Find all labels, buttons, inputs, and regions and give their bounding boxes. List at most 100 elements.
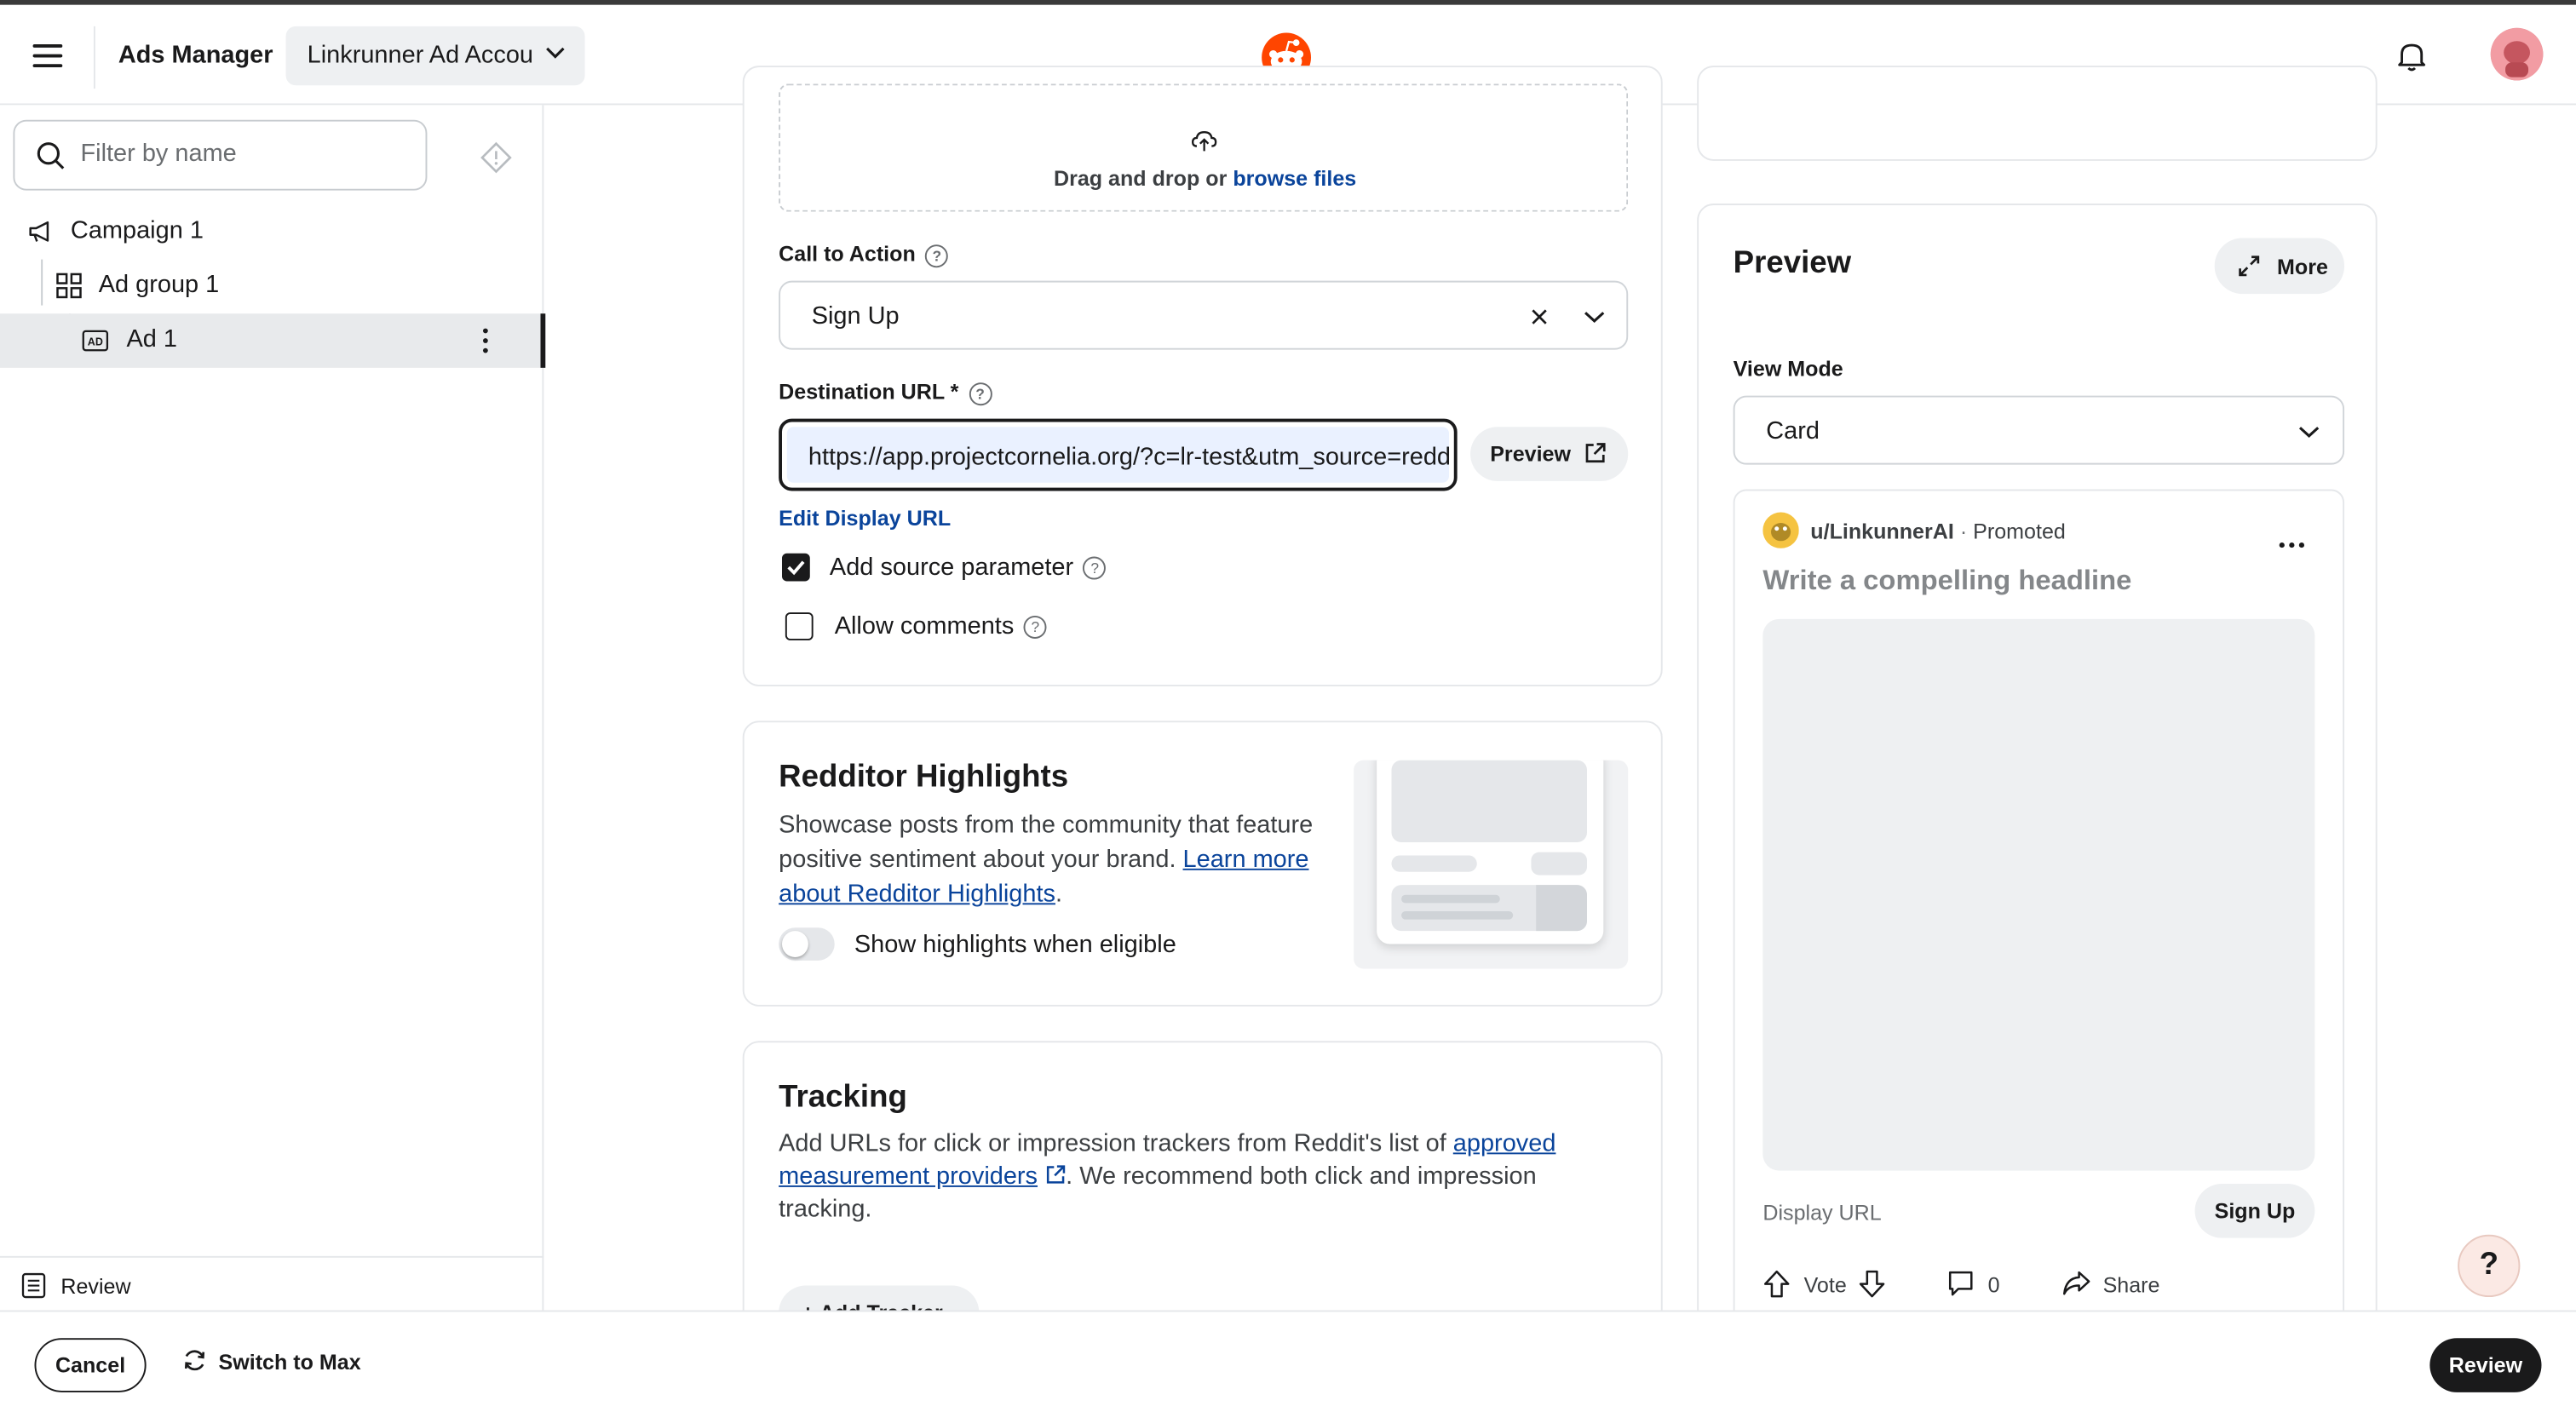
header-divider bbox=[93, 26, 95, 89]
highlights-toggle-label: Show highlights when eligible bbox=[854, 931, 1176, 959]
post-username[interactable]: u/LinkunnerAI bbox=[1810, 519, 1954, 543]
chevron-down-icon bbox=[2298, 427, 2320, 438]
view-mode-value: Card bbox=[1766, 416, 1820, 445]
headline-placeholder: Write a compelling headline bbox=[1762, 565, 2132, 596]
app-title: Ads Manager bbox=[118, 41, 273, 69]
review-label: Review bbox=[60, 1274, 131, 1299]
tracking-title: Tracking bbox=[779, 1080, 907, 1116]
view-mode-label: View Mode bbox=[1733, 356, 1843, 382]
post-cta-button[interactable]: Sign Up bbox=[2194, 1184, 2315, 1238]
checklist-icon bbox=[21, 1272, 46, 1299]
destination-url-label: Destination URL * bbox=[779, 379, 959, 405]
highlights-description: Showcase posts from the community that f… bbox=[779, 811, 1314, 909]
chevron-down-icon[interactable] bbox=[1584, 310, 1605, 323]
cta-select[interactable]: Sign Up bbox=[779, 280, 1629, 350]
user-avatar[interactable] bbox=[2490, 27, 2544, 81]
hamburger-menu-icon[interactable] bbox=[32, 44, 63, 71]
preview-url-label: Preview bbox=[1490, 441, 1572, 467]
more-label: More bbox=[2276, 254, 2328, 279]
add-source-label: Add source parameter? bbox=[830, 554, 1107, 581]
tree-item-label: Ad group 1 bbox=[98, 271, 220, 299]
upload-icon bbox=[1191, 131, 1217, 152]
display-url-text: Display URL bbox=[1762, 1200, 1882, 1225]
ad-badge-icon: AD bbox=[82, 330, 109, 352]
preview-title: Preview bbox=[1733, 246, 1852, 281]
megaphone-icon bbox=[29, 221, 49, 242]
highlights-title: Redditor Highlights bbox=[779, 760, 1069, 795]
cta-label: Call to Action bbox=[779, 241, 916, 267]
tree-item-label: Ad 1 bbox=[126, 324, 178, 353]
avatar-image-icon bbox=[2490, 27, 2544, 81]
vote-label: Vote bbox=[1803, 1272, 1847, 1298]
user-avatar-icon bbox=[1762, 512, 1799, 548]
destination-label-row: Destination URL *? bbox=[779, 379, 992, 405]
comments-count: 0 bbox=[1987, 1272, 2000, 1298]
browse-files-link[interactable]: browse files bbox=[1233, 166, 1356, 191]
cta-label-row: Call to Action? bbox=[779, 241, 949, 267]
selection-indicator bbox=[540, 313, 546, 368]
help-circle-icon[interactable]: ? bbox=[1083, 556, 1107, 580]
allow-comments-checkbox[interactable] bbox=[785, 612, 814, 640]
view-mode-select[interactable]: Card bbox=[1733, 395, 2345, 465]
tree-item-campaign[interactable]: Campaign 1 bbox=[0, 205, 543, 260]
upvote-icon[interactable] bbox=[1762, 1269, 1791, 1299]
tree-item-label: Campaign 1 bbox=[70, 216, 204, 245]
promoted-label: Promoted bbox=[1973, 519, 2066, 544]
ad-creative-card: Drag and drop or browse files Call to Ac… bbox=[742, 66, 1663, 686]
help-circle-icon[interactable]: ? bbox=[969, 382, 992, 405]
ad-details-card bbox=[1697, 66, 2378, 161]
destination-url-field[interactable]: https://app.projectcornelia.org/?c=lr-te… bbox=[779, 418, 1458, 491]
review-button[interactable]: Review bbox=[2429, 1338, 2542, 1392]
expand-icon bbox=[2239, 255, 2260, 277]
account-selector[interactable]: Linkrunner Ad Account bbox=[285, 26, 585, 86]
post-meta: u/LinkunnerAI · Promoted bbox=[1810, 519, 2066, 544]
file-dropzone[interactable]: Drag and drop or browse files bbox=[779, 83, 1629, 212]
highlights-illustration bbox=[1354, 760, 1629, 969]
info-diamond-icon[interactable] bbox=[480, 141, 513, 175]
edit-display-url-link[interactable]: Edit Display URL bbox=[779, 506, 951, 531]
help-button[interactable]: ? bbox=[2458, 1234, 2521, 1298]
chevron-down-icon bbox=[546, 47, 565, 59]
search-icon bbox=[37, 142, 65, 169]
preview-url-button[interactable]: Preview bbox=[1470, 427, 1629, 481]
dropzone-text: Drag and drop or bbox=[1053, 165, 1228, 191]
campaign-tree-sidebar: Campaign 1 Ad group 1 AD Ad 1 bbox=[0, 105, 546, 1312]
filter-field[interactable] bbox=[13, 119, 428, 191]
sidebar-review-link[interactable]: Review bbox=[0, 1255, 544, 1312]
toggle-knob bbox=[781, 931, 808, 957]
external-link-icon bbox=[1585, 443, 1606, 463]
grid-icon bbox=[56, 273, 82, 299]
filter-input[interactable] bbox=[80, 139, 410, 168]
media-placeholder bbox=[1762, 618, 2315, 1171]
notification-bell-icon[interactable] bbox=[2394, 37, 2429, 73]
redditor-highlights-card: Redditor Highlights Showcase posts from … bbox=[742, 720, 1663, 1007]
highlights-toggle[interactable] bbox=[779, 927, 835, 961]
checkmark-icon bbox=[787, 560, 805, 576]
post-preview: u/LinkunnerAI · Promoted Write a compell… bbox=[1733, 489, 2345, 1360]
account-selector-label: Linkrunner Ad Account bbox=[307, 41, 534, 69]
svg-text:AD: AD bbox=[88, 336, 103, 347]
preview-card: Preview More View Mode Card u/LinkunnerA… bbox=[1697, 204, 2378, 1386]
bottom-action-bar: Cancel Switch to Max Review bbox=[0, 1310, 2576, 1412]
cta-select-value: Sign Up bbox=[811, 301, 900, 330]
share-icon[interactable] bbox=[2061, 1269, 2091, 1297]
share-label: Share bbox=[2102, 1272, 2160, 1298]
help-circle-icon[interactable]: ? bbox=[1023, 616, 1047, 640]
switch-to-max-label: Switch to Max bbox=[218, 1349, 361, 1375]
add-source-checkbox[interactable] bbox=[781, 553, 810, 582]
refresh-icon bbox=[184, 1350, 205, 1371]
external-link-icon[interactable] bbox=[1044, 1164, 1066, 1185]
more-options-icon[interactable] bbox=[482, 328, 490, 359]
tree-item-ad-selected[interactable]: AD Ad 1 bbox=[0, 313, 546, 368]
allow-comments-label: Allow comments? bbox=[835, 612, 1047, 640]
post-more-icon[interactable] bbox=[2279, 527, 2305, 548]
clear-icon[interactable] bbox=[1529, 307, 1549, 327]
tracking-description: Add URLs for click or impression tracker… bbox=[779, 1129, 1556, 1224]
downvote-icon[interactable] bbox=[1858, 1269, 1886, 1299]
cancel-button[interactable]: Cancel bbox=[34, 1338, 147, 1392]
tree-item-ad-group[interactable]: Ad group 1 bbox=[0, 260, 543, 314]
help-circle-icon[interactable]: ? bbox=[925, 244, 949, 267]
comment-icon[interactable] bbox=[1946, 1269, 1975, 1297]
destination-url-value[interactable]: https://app.projectcornelia.org/?c=lr-te… bbox=[786, 427, 1449, 483]
preview-more-button[interactable]: More bbox=[2214, 238, 2345, 295]
